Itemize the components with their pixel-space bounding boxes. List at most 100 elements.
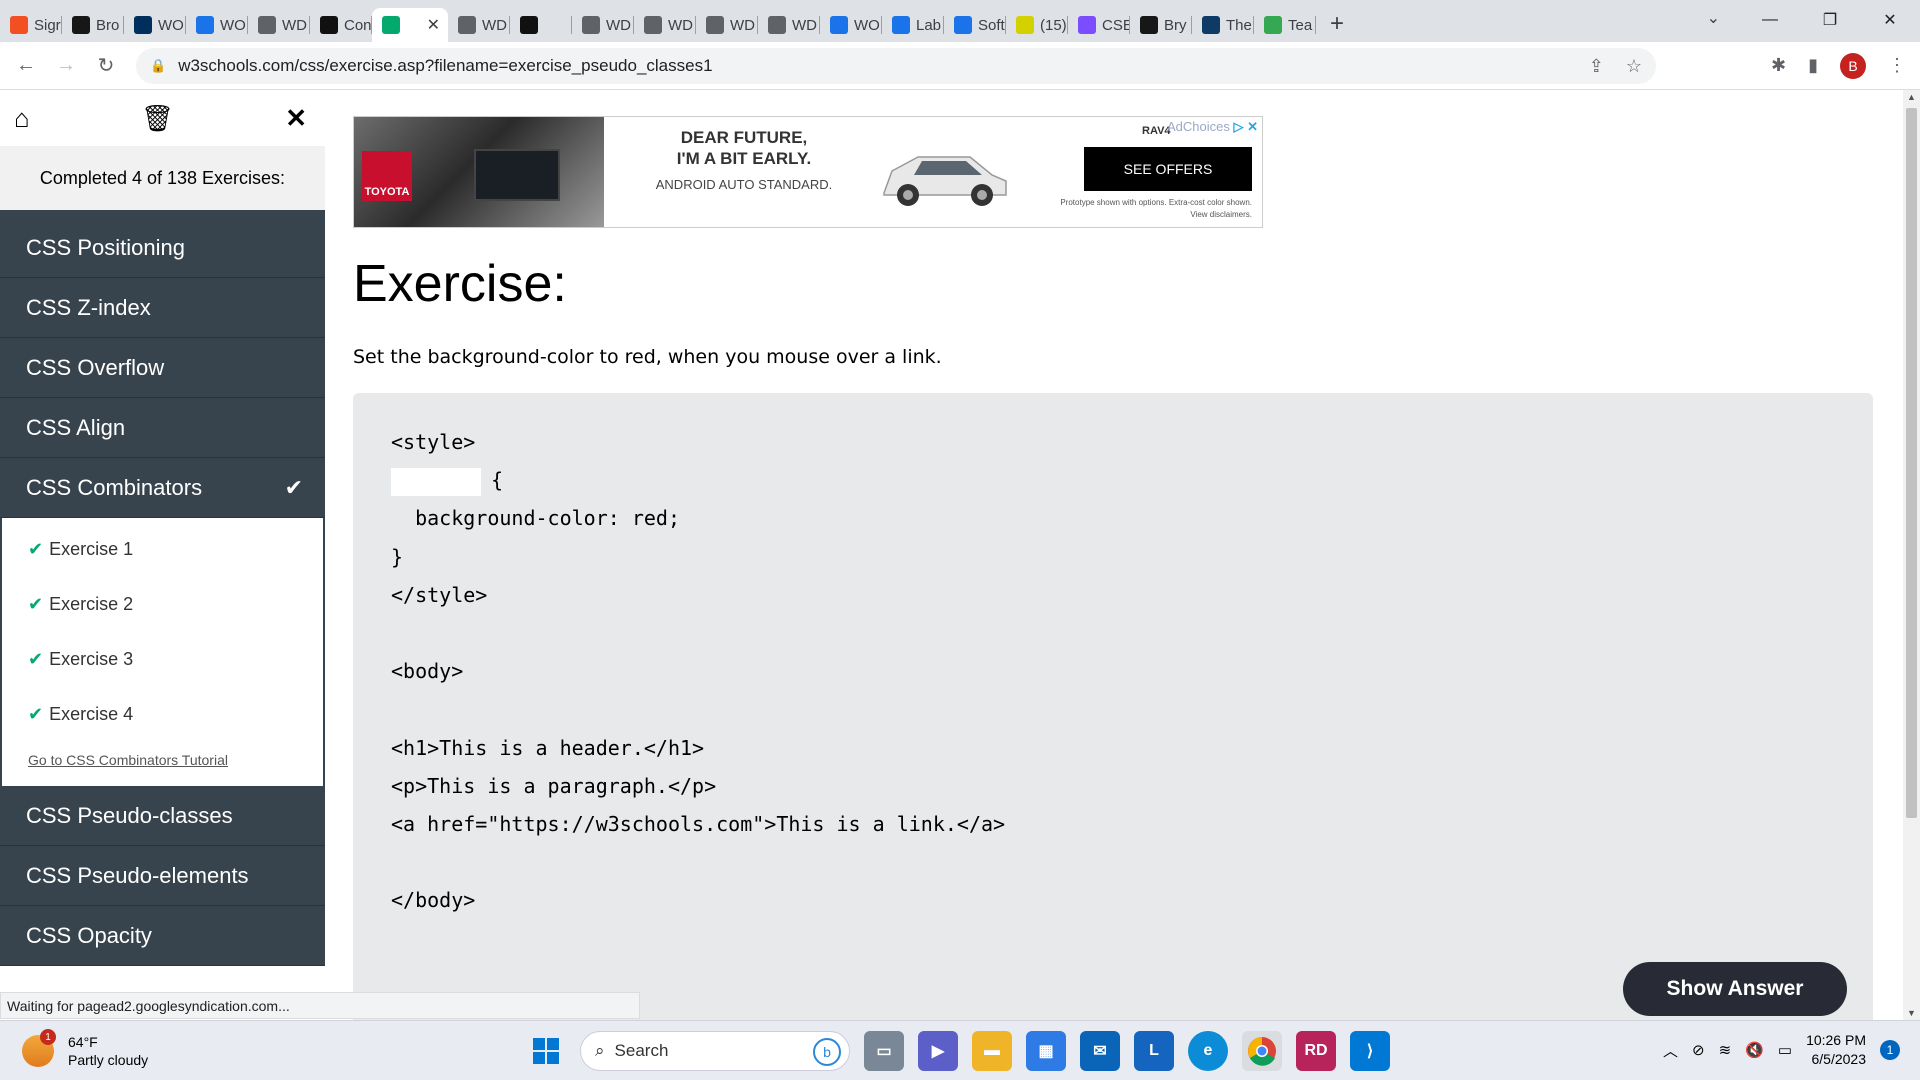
- mail-icon[interactable]: ✉: [1080, 1031, 1120, 1071]
- sidebar-item[interactable]: CSS Overflow: [0, 338, 325, 398]
- menu-kebab-icon[interactable]: ⋮: [1888, 55, 1906, 76]
- code-line: </style>: [391, 582, 488, 607]
- browser-tab[interactable]: WO: [186, 8, 248, 42]
- completed-count: Completed 4 of 138 Exercises:: [0, 146, 325, 210]
- checkmark-icon: ✔: [28, 594, 44, 614]
- forward-icon[interactable]: →: [46, 54, 86, 77]
- sidebar-item[interactable]: CSS Positioning: [0, 218, 325, 278]
- lock-icon[interactable]: 🔒: [150, 58, 166, 74]
- browser-tab[interactable]: WO: [820, 8, 882, 42]
- address-bar[interactable]: 🔒 w3schools.com/css/exercise.asp?filenam…: [136, 48, 1656, 84]
- weather-widget[interactable]: 1 64°F Partly cloudy: [22, 1029, 148, 1069]
- adchoices-icon[interactable]: AdChoices ▷ ✕: [1167, 119, 1258, 135]
- restore-button[interactable]: ❐: [1800, 0, 1860, 40]
- browser-tab[interactable]: Tea: [1254, 8, 1316, 42]
- wifi-icon[interactable]: ≋: [1719, 1041, 1732, 1059]
- browser-tab[interactable]: Bro: [62, 8, 124, 42]
- tab-label: WO: [854, 16, 880, 34]
- browser-tab[interactable]: The: [1192, 8, 1254, 42]
- exercise-link[interactable]: ✔ Exercise 2: [2, 577, 323, 632]
- speaker-muted-icon[interactable]: 🔇: [1745, 1041, 1764, 1059]
- ad-subline: ANDROID AUTO STANDARD.: [655, 177, 833, 192]
- battery-icon[interactable]: ▭: [1778, 1041, 1792, 1059]
- windows-start-icon[interactable]: [526, 1031, 566, 1071]
- browser-tab[interactable]: WO: [124, 8, 186, 42]
- browser-tab[interactable]: CSE: [1068, 8, 1130, 42]
- back-icon[interactable]: ←: [6, 54, 46, 77]
- clock[interactable]: 10:26 PM 6/5/2023: [1806, 1031, 1866, 1069]
- sidebar-item[interactable]: CSS Opacity: [0, 906, 325, 966]
- exercise-link[interactable]: ✔ Exercise 1: [2, 522, 323, 577]
- see-offers-button[interactable]: SEE OFFERS: [1084, 147, 1252, 191]
- sidebar-item[interactable]: CSS Z-index: [0, 278, 325, 338]
- new-tab-button[interactable]: +: [1330, 10, 1344, 38]
- close-tab-icon[interactable]: ✕: [427, 15, 440, 35]
- close-window-button[interactable]: ✕: [1860, 0, 1920, 40]
- close-icon[interactable]: ✕: [285, 103, 307, 134]
- browser-tab[interactable]: WD: [448, 8, 510, 42]
- sidebar-item[interactable]: CSS Align: [0, 398, 325, 458]
- page-scrollbar[interactable]: ▲ ▼: [1903, 90, 1920, 1020]
- extensions-icon[interactable]: ✱: [1771, 55, 1786, 76]
- browser-tab[interactable]: Lab: [882, 8, 944, 42]
- tab-search-icon[interactable]: ⌄: [1707, 8, 1720, 28]
- show-answer-button[interactable]: Show Answer: [1623, 962, 1847, 1016]
- browser-tab[interactable]: WD: [248, 8, 310, 42]
- browser-tab[interactable]: Bry: [1130, 8, 1192, 42]
- browser-tab[interactable]: WD: [758, 8, 820, 42]
- browser-tab[interactable]: Soft: [944, 8, 1006, 42]
- reload-icon[interactable]: ↻: [86, 53, 126, 78]
- sidebar-item-partial[interactable]: [0, 210, 325, 218]
- browser-tab[interactable]: WD: [696, 8, 758, 42]
- browser-tab[interactable]: Con: [310, 8, 372, 42]
- sidebar-item[interactable]: CSS Combinators ✔: [0, 458, 325, 518]
- exercise-link[interactable]: ✔ Exercise 3: [2, 632, 323, 687]
- file-explorer-icon[interactable]: ▬: [972, 1031, 1012, 1071]
- tab-list: Sigr Bro WO WO WD Con ✕ WD WD WD WD WD WO Lab Soft (15)…: [0, 0, 1316, 42]
- profile-avatar[interactable]: B: [1840, 52, 1866, 79]
- sidebar-item-label: CSS Positioning: [26, 234, 185, 260]
- browser-tab[interactable]: ✕: [372, 8, 448, 42]
- browser-tab[interactable]: Sigr: [0, 8, 62, 42]
- tray-overflow-chevron-icon[interactable]: ︿: [1663, 1040, 1678, 1061]
- tutorial-link[interactable]: Go to CSS Combinators Tutorial: [2, 752, 323, 768]
- trash-icon[interactable]: 🗑: [141, 103, 174, 134]
- sidebar-item[interactable]: CSS Pseudo-classes: [0, 786, 325, 846]
- teams-chat-icon[interactable]: ▶: [918, 1031, 958, 1071]
- taskbar-search[interactable]: ⌕ Search b: [580, 1031, 850, 1071]
- share-icon[interactable]: ⇪: [1589, 56, 1604, 77]
- scrollbar-thumb[interactable]: [1906, 108, 1917, 818]
- chart-icon: [196, 16, 214, 34]
- view-disclaimers-link[interactable]: View disclaimers.: [1014, 209, 1252, 221]
- rider-ide-icon[interactable]: RD: [1296, 1031, 1336, 1071]
- clock-date: 6/5/2023: [1811, 1051, 1867, 1067]
- w3schools-icon: [382, 16, 400, 34]
- side-panel-icon[interactable]: ▮: [1808, 55, 1818, 76]
- scroll-up-arrow-icon[interactable]: ▲: [1903, 92, 1920, 102]
- browser-tab[interactable]: WD: [634, 8, 696, 42]
- advertisement-banner[interactable]: TOYOTA DEAR FUTURE, I'M A BIT EARLY. AND…: [353, 116, 1263, 228]
- notification-badge[interactable]: 1: [1880, 1040, 1900, 1060]
- sidebar-toolbar: ⌂ 🗑 ✕: [0, 90, 325, 146]
- bing-icon[interactable]: b: [813, 1038, 841, 1066]
- exercise-instruction: Set the background-color to red, when yo…: [353, 346, 942, 368]
- browser-tab[interactable]: (15): [1006, 8, 1068, 42]
- browser-tab[interactable]: WD: [572, 8, 634, 42]
- browser-tab[interactable]: [510, 8, 572, 42]
- sidebar-item[interactable]: CSS Pseudo-elements: [0, 846, 325, 906]
- selector-input[interactable]: [391, 467, 481, 496]
- network-off-icon[interactable]: ⊘: [1692, 1041, 1705, 1059]
- l-app-icon[interactable]: L: [1134, 1031, 1174, 1071]
- microsoft-store-icon[interactable]: ▦: [1026, 1031, 1066, 1071]
- vscode-icon[interactable]: ⟩: [1350, 1031, 1390, 1071]
- exercise-link[interactable]: ✔ Exercise 4: [2, 687, 323, 742]
- exercise-label: Exercise 1: [49, 539, 134, 559]
- home-icon[interactable]: ⌂: [14, 103, 30, 134]
- scroll-down-arrow-icon[interactable]: ▼: [1903, 1008, 1920, 1018]
- chrome-browser-icon[interactable]: [1242, 1031, 1282, 1071]
- bookmark-star-icon[interactable]: ☆: [1626, 56, 1642, 77]
- edge-browser-icon[interactable]: e: [1188, 1031, 1228, 1071]
- minimize-button[interactable]: —: [1740, 0, 1800, 40]
- task-view-icon[interactable]: ▭: [864, 1031, 904, 1071]
